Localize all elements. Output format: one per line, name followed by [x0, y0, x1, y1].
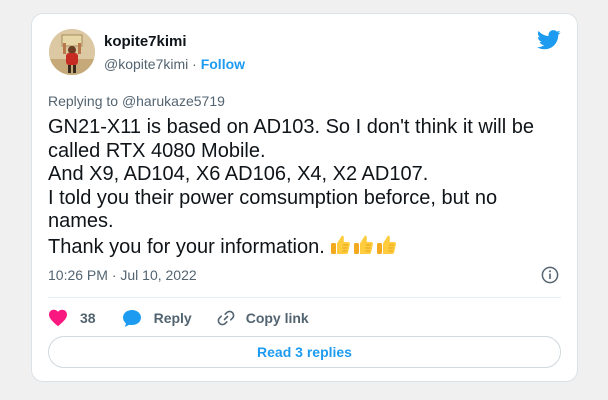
tweet-line: called RTX 4080 Mobile.	[48, 139, 266, 162]
thumbs-up-emoji-group	[329, 234, 398, 263]
action-bar: 38 Reply Copy link	[48, 307, 309, 329]
user-info: kopite7kimi @kopite7kimi · Follow	[104, 33, 245, 73]
thumbs-up-icon	[376, 235, 396, 254]
tweet-text: GN21-X11 is based on AD103. So I don't t…	[48, 116, 558, 262]
display-name[interactable]: kopite7kimi	[104, 33, 245, 51]
thumbs-up-icon	[353, 235, 373, 254]
follow-button[interactable]: Follow	[201, 56, 245, 72]
replying-to: Replying to @harukaze5719	[48, 92, 225, 110]
avatar[interactable]	[49, 29, 95, 75]
copy-link-label: Copy link	[245, 310, 309, 326]
thumbs-up-icon	[330, 235, 350, 254]
heart-icon	[49, 309, 67, 327]
replying-to-label: Replying to	[48, 93, 119, 109]
tweet-last-line: Thank you for your information.	[48, 234, 558, 263]
tweet-line: And X9, AD104, X6 AD106, X4, X2 AD107.	[48, 163, 429, 185]
handle-row: @kopite7kimi · Follow	[104, 55, 245, 73]
tweet-line: GN21-X11 is based on AD103. So I don't t…	[48, 116, 534, 138]
tweet-line: names.	[48, 210, 114, 232]
reply-label: Reply	[153, 310, 192, 326]
divider	[48, 297, 561, 298]
like-count: 38	[80, 310, 96, 326]
reply-bubble-icon	[122, 309, 141, 327]
twitter-logo-icon[interactable]	[537, 30, 561, 50]
replying-to-handle[interactable]: @harukaze5719	[122, 93, 225, 109]
read-replies-button[interactable]: Read 3 replies	[48, 336, 561, 368]
tweet-card: kopite7kimi @kopite7kimi · Follow Replyi…	[31, 13, 578, 382]
separator-dot: ·	[192, 56, 197, 72]
reply-button[interactable]: Reply	[122, 309, 192, 328]
info-icon[interactable]	[541, 266, 559, 284]
tweet-timestamp[interactable]: 10:26 PM · Jul 10, 2022	[48, 266, 197, 284]
like-button[interactable]: 38	[48, 309, 96, 327]
avatar-image	[49, 29, 95, 75]
link-icon	[217, 310, 235, 326]
tweet-line: Thank you for your information.	[48, 235, 325, 258]
user-handle[interactable]: @kopite7kimi	[104, 56, 188, 72]
copy-link-button[interactable]: Copy link	[216, 308, 309, 328]
tweet-line: I told you their power comsumption befor…	[48, 186, 498, 209]
